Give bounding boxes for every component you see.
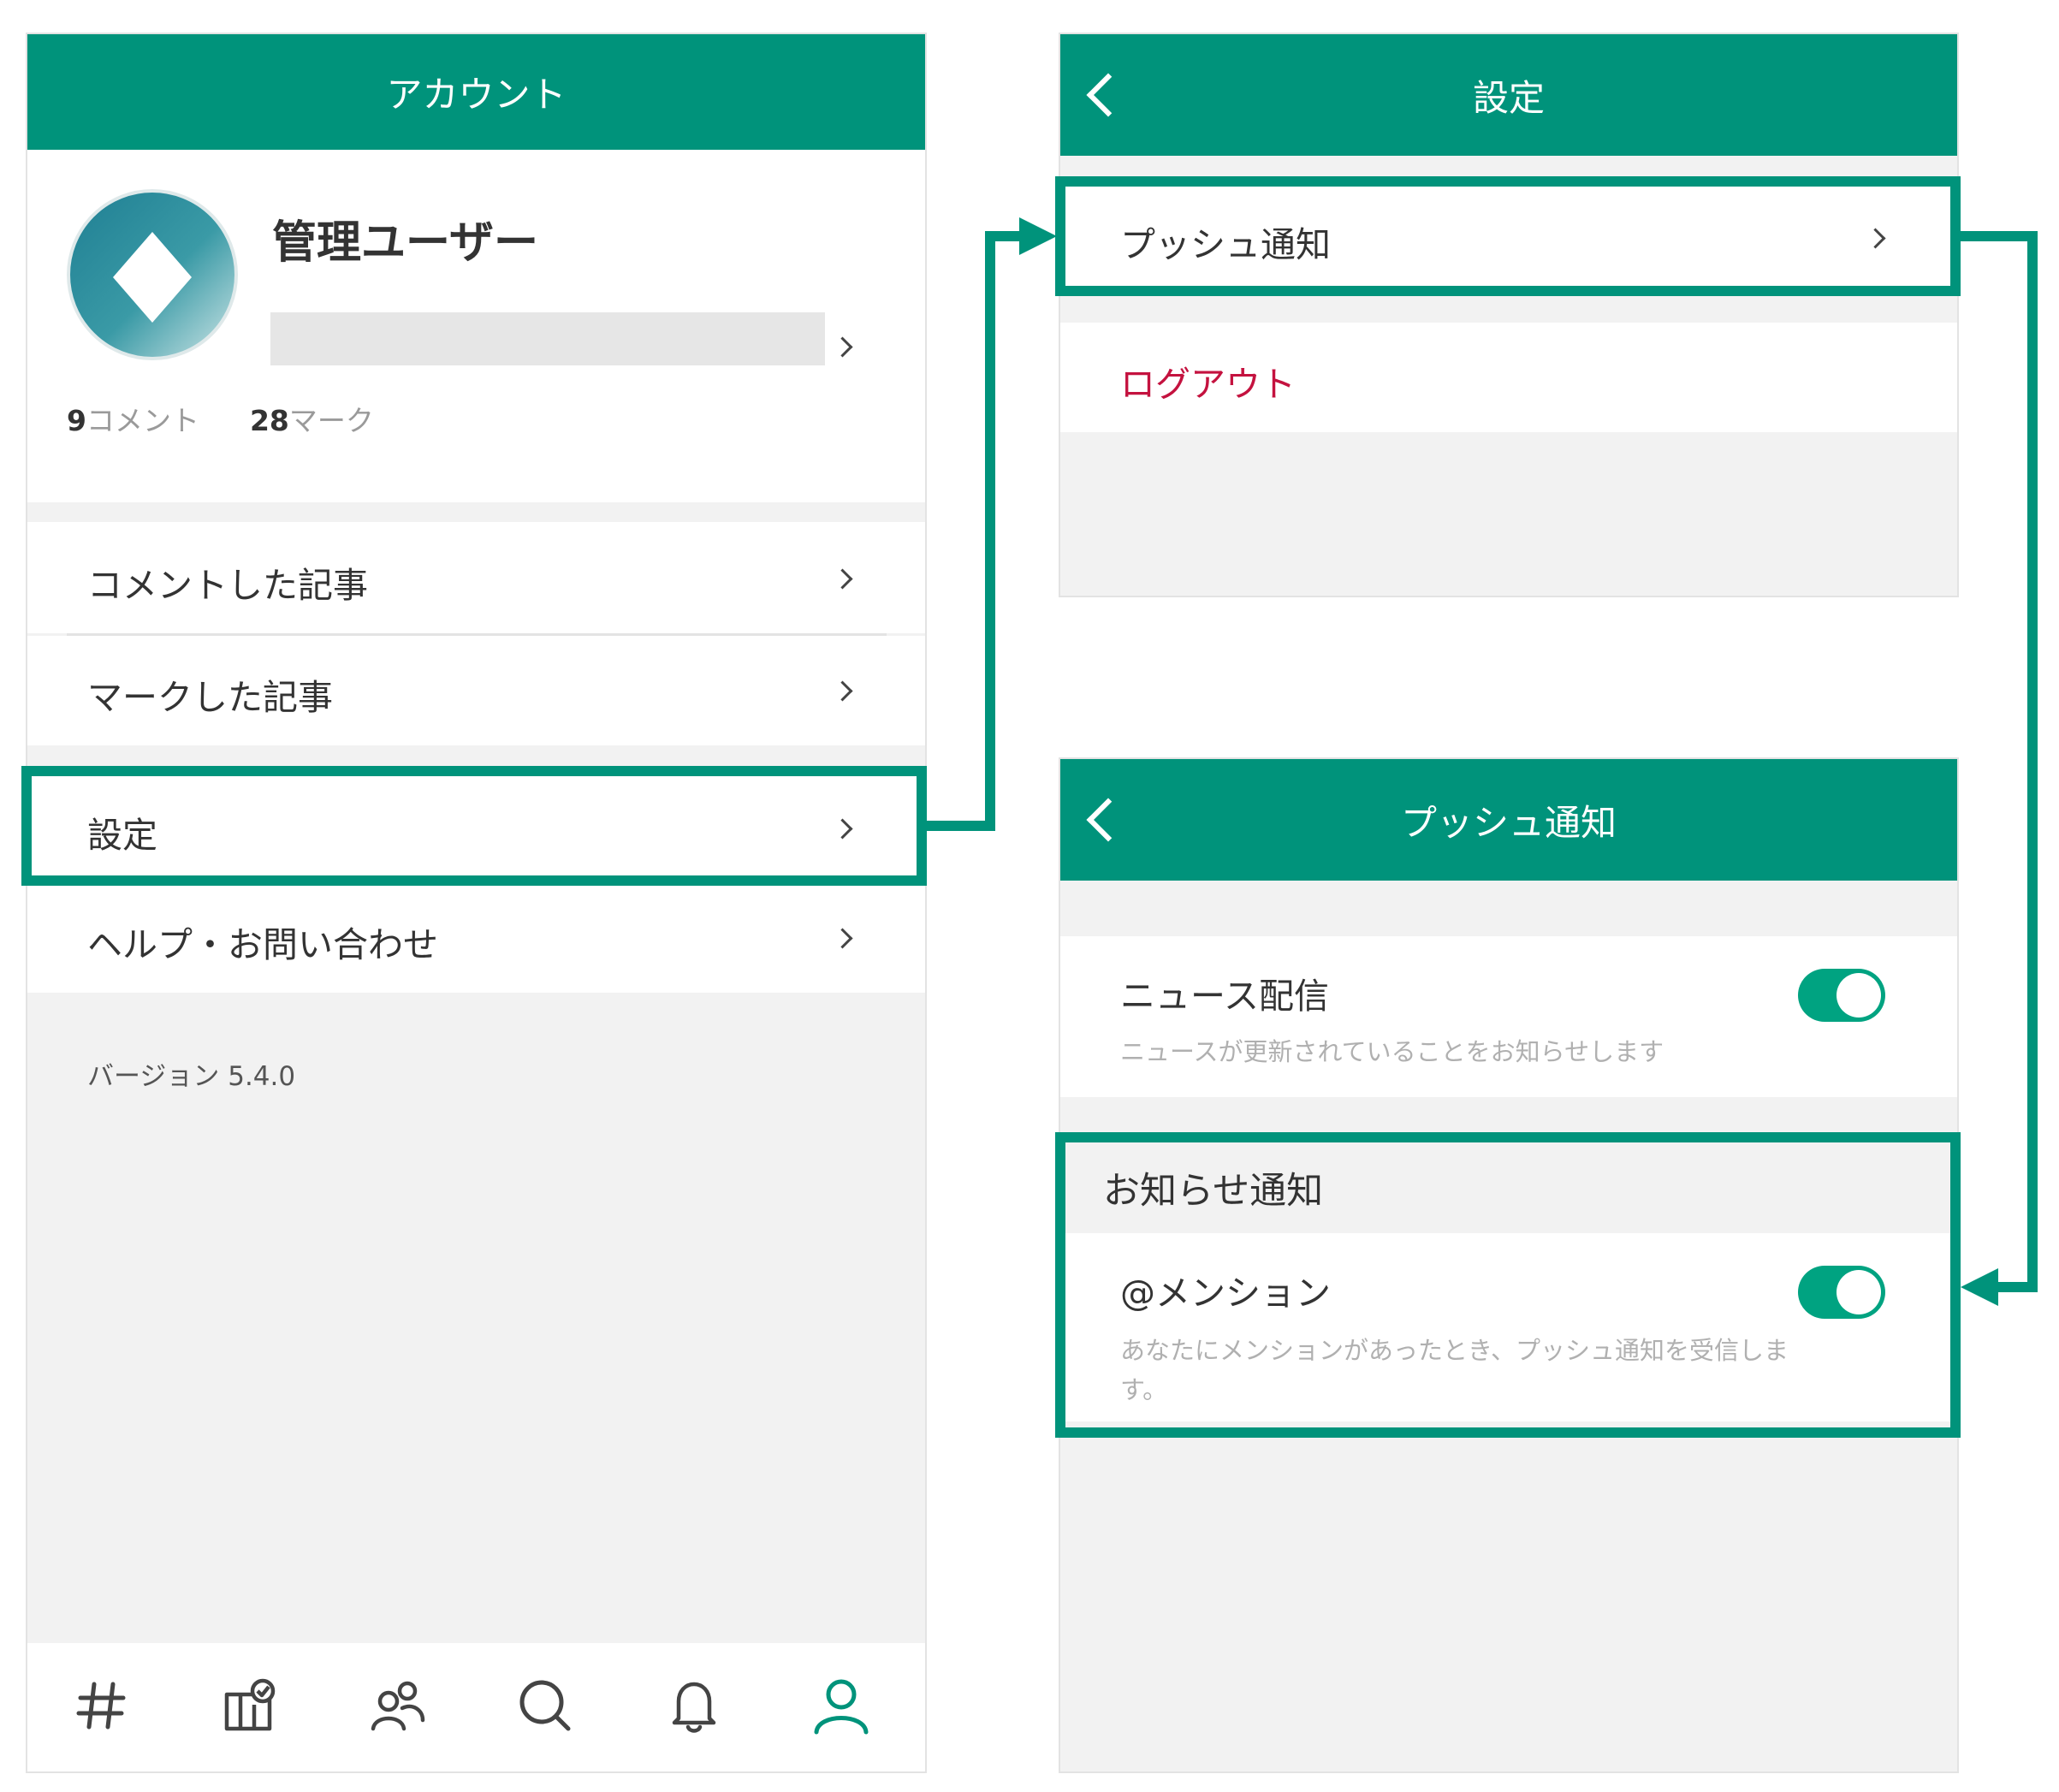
back-arrow-icon[interactable] (1086, 798, 1130, 842)
news-toggle[interactable] (1798, 969, 1885, 1022)
marks-count: 28 (249, 404, 289, 437)
settings-screen: 設定 プッシュ通知 ログアウト (1059, 33, 1959, 597)
search-icon[interactable] (515, 1676, 575, 1736)
connector-line (1994, 1282, 2038, 1292)
comments-count: 9 (67, 404, 86, 437)
menu-item-label: マークした記事 (87, 677, 333, 718)
back-arrow-icon[interactable] (1086, 73, 1130, 117)
connector-line (2027, 231, 2038, 1292)
chevron-right-icon (832, 336, 853, 358)
menu-item-marked-articles[interactable]: マークした記事 (27, 636, 925, 745)
settings-highlight-frame (21, 766, 927, 886)
account-title: アカウント (386, 74, 567, 116)
logout-item[interactable]: ログアウト (1060, 323, 1957, 432)
chevron-right-icon (832, 928, 853, 949)
menu-item-help[interactable]: ヘルプ・お問い合わせ (27, 883, 925, 993)
chevron-right-icon (832, 680, 853, 702)
logout-label: ログアウト (1120, 364, 1296, 405)
profile-icon[interactable] (811, 1676, 871, 1736)
connector-line (985, 231, 995, 831)
menu-item-commented-articles[interactable]: コメントした記事 (27, 522, 925, 633)
news-description: ニュースが更新されていることをお知らせします (1120, 1037, 1664, 1066)
profile-stats: 9コメント 28マーク (67, 398, 374, 439)
profile-username: 管理ユーザー (272, 217, 538, 269)
people-icon[interactable] (368, 1676, 428, 1736)
connector-line (985, 231, 1023, 241)
menu-item-label: コメントした記事 (87, 565, 368, 606)
version-label: バージョン 5.4.0 (87, 1061, 296, 1092)
profile-subtitle-placeholder (270, 312, 825, 365)
profile-card[interactable]: 管理ユーザー 9コメント 28マーク (27, 150, 925, 502)
settings-app-bar: 設定 (1060, 34, 1957, 156)
settings-title: 設定 (1472, 76, 1545, 119)
bottom-tab-bar (27, 1643, 925, 1771)
connector-line (1961, 231, 2038, 241)
push-highlight-frame (1055, 176, 1961, 296)
news-title: ニュース配信 (1120, 976, 1329, 1017)
push-title: プッシュ通知 (1400, 801, 1617, 844)
push-app-bar: プッシュ通知 (1060, 759, 1957, 881)
mention-highlight-frame (1055, 1132, 1961, 1438)
arrow-head-right-icon (1019, 217, 1057, 255)
hashtag-icon[interactable] (72, 1676, 132, 1736)
account-screen: アカウント 管理ユーザー 9コメント 28マーク コメントした記事 マークした記… (26, 33, 927, 1773)
marks-label: マーク (288, 404, 374, 437)
toggle-knob (1836, 973, 1881, 1018)
board-check-icon[interactable] (220, 1676, 280, 1736)
menu-item-label: ヘルプ・お問い合わせ (87, 924, 438, 965)
news-setting-row: ニュース配信 ニュースが更新されていることをお知らせします (1060, 936, 1957, 1097)
bell-icon[interactable] (664, 1676, 724, 1736)
avatar (67, 189, 238, 360)
chevron-right-icon (832, 568, 853, 590)
account-app-bar: アカウント (27, 34, 925, 150)
arrow-head-left-icon (1961, 1268, 1998, 1306)
comments-label: コメント (86, 404, 199, 437)
